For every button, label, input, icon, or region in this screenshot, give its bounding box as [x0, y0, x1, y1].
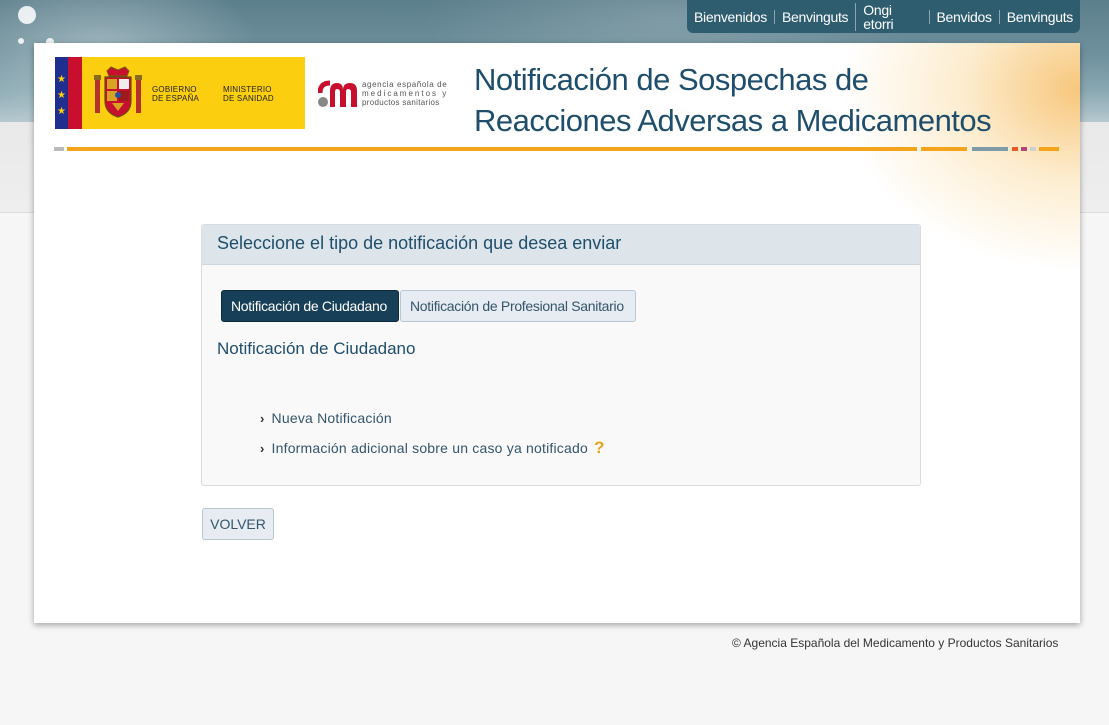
page-title-line2: Reacciones Adversas a Medicamentos	[474, 103, 992, 138]
notification-type-panel: Seleccione el tipo de notificación que d…	[201, 224, 921, 486]
header-rule-segment	[1021, 147, 1027, 151]
link-label: Nueva Notificación	[271, 410, 392, 426]
spain-coat-of-arms-icon	[94, 66, 142, 118]
panel-heading: Seleccione el tipo de notificación que d…	[202, 225, 920, 265]
header-rule-segment	[1012, 147, 1018, 151]
gov-logo-text: GOBIERNO	[152, 85, 197, 94]
header-rule-segment	[1039, 147, 1059, 151]
ministry-logo-text: DE SANIDAD	[223, 94, 274, 103]
gov-logo-text: DE ESPAÑA	[152, 94, 199, 103]
footer-copyright: © Agencia Española del Medicamento y Pro…	[732, 636, 1059, 650]
help-question-icon[interactable]: ?	[594, 438, 605, 458]
aemps-logo-icon	[318, 80, 357, 107]
section-title: Notificación de Ciudadano	[217, 339, 416, 358]
aemps-logo-text: productos sanitarios	[362, 98, 440, 107]
lang-link-es[interactable]: Bienvenidos	[687, 10, 774, 24]
lang-link-ca[interactable]: Benvinguts	[773, 9, 855, 24]
tab-ciudadano[interactable]: Notificación de Ciudadano	[221, 290, 399, 322]
aemps-logo-text: medicamentos y	[362, 89, 449, 98]
link-nueva-notificacion[interactable]: › Nueva Notificación	[260, 410, 392, 426]
tab-profesional-sanitario[interactable]: Notificación de Profesional Sanitario	[400, 290, 636, 322]
link-label: Información adicional sobre un caso ya n…	[271, 440, 588, 456]
page-title: Notificación de Sospechas de Reacciones …	[474, 59, 994, 141]
language-bar: Bienvenidos Benvinguts Ongi etorri Benvi…	[687, 0, 1080, 33]
aemps-logo[interactable]: agencia española de medicamentos y produ…	[312, 57, 460, 129]
volver-button[interactable]: VOLVER	[202, 508, 274, 540]
header-rule-segment	[921, 147, 967, 151]
gobierno-logo[interactable]: ★ ★ ★ GOBIERNO DE ESPAÑA MINISTERIO DE S…	[55, 57, 305, 129]
header-rule	[67, 147, 917, 151]
lang-link-eu[interactable]: Ongi etorri	[855, 2, 928, 31]
header-rule-segment	[1030, 147, 1036, 151]
aemps-logo-text: agencia española de	[362, 80, 448, 89]
main-card: ★ ★ ★ GOBIERNO DE ESPAÑA MINISTERIO DE S…	[34, 43, 1080, 623]
page-title-line1: Notificación de Sospechas de	[474, 62, 869, 97]
ministry-logo-text: MINISTERIO	[223, 85, 272, 94]
header-rule-segment	[54, 147, 64, 151]
chevron-right-icon: ›	[260, 440, 265, 456]
lang-link-gl[interactable]: Benvidos	[928, 9, 999, 24]
chevron-right-icon: ›	[260, 410, 265, 426]
lang-link-va[interactable]: Benvinguts	[998, 9, 1080, 24]
header-rule-segment	[972, 147, 1008, 151]
link-informacion-adicional[interactable]: › Información adicional sobre un caso ya…	[260, 438, 605, 458]
